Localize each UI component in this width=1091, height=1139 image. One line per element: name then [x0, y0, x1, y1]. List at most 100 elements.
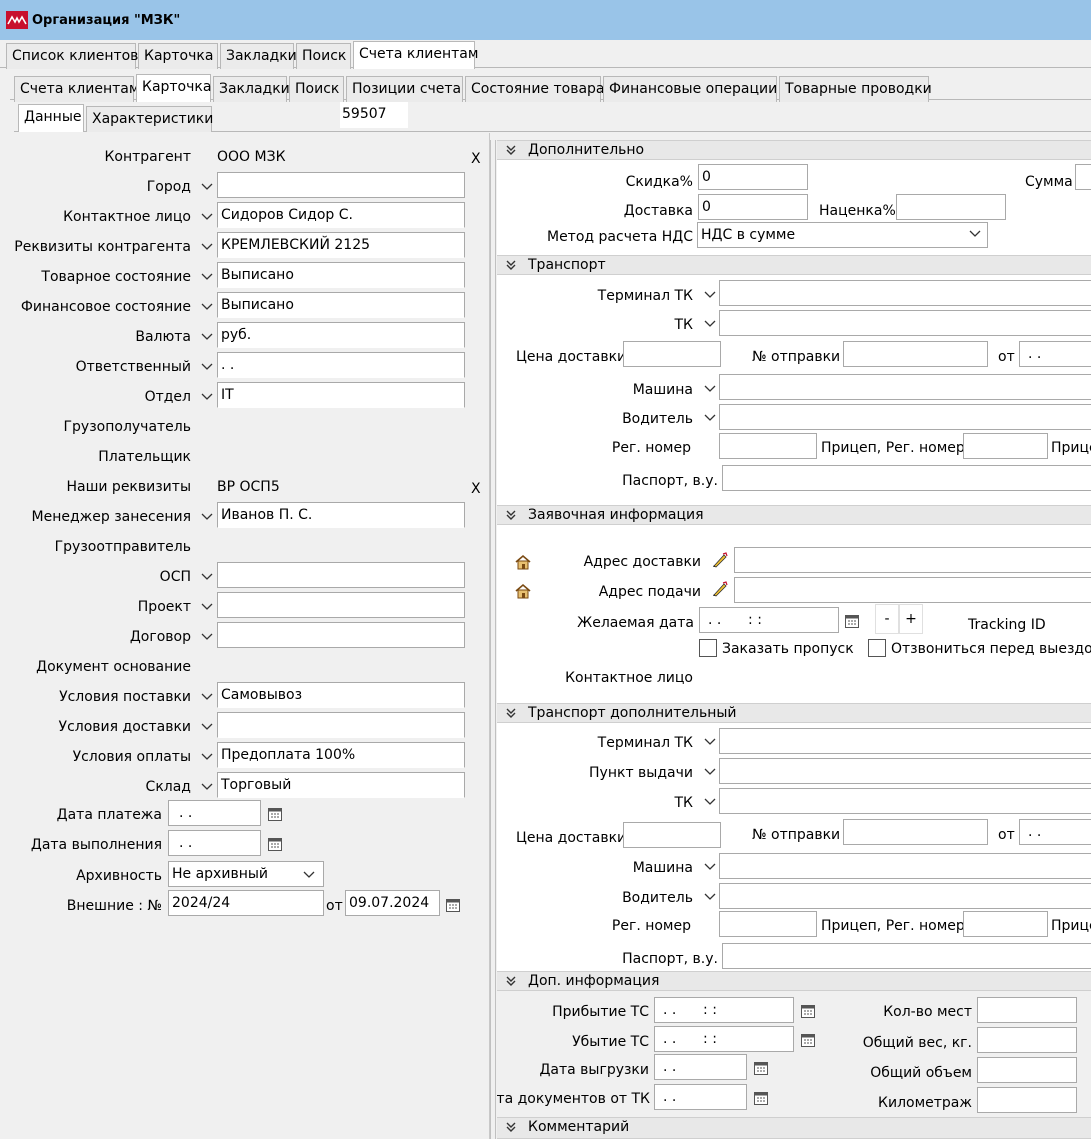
- cena-input[interactable]: [623, 341, 721, 367]
- reg-input[interactable]: [719, 433, 817, 459]
- data-plat-calendar-icon[interactable]: [267, 806, 283, 822]
- otdel-input[interactable]: IT: [217, 382, 465, 408]
- ot-input[interactable]: . .: [1019, 341, 1091, 367]
- tab-card[interactable]: Карточка: [138, 43, 218, 69]
- vnesh-input[interactable]: 2024/24: [168, 890, 324, 916]
- pribytie-calendar-icon[interactable]: [800, 1003, 816, 1019]
- subtab-invoice-positions[interactable]: Позиции счета: [346, 76, 463, 102]
- t2-punkt-chevron-icon[interactable]: [703, 765, 717, 779]
- tab-search[interactable]: Поиск: [296, 43, 351, 69]
- fin-state-input[interactable]: Выписано: [217, 292, 465, 318]
- house-icon[interactable]: [514, 582, 532, 600]
- t2-tk-input[interactable]: [719, 788, 1091, 814]
- rekv-chevron-icon[interactable]: [200, 240, 214, 254]
- usl-post-chevron-icon[interactable]: [200, 690, 214, 704]
- docs-calendar-icon[interactable]: [753, 1090, 769, 1106]
- kontragent-clear-button[interactable]: X: [471, 150, 481, 168]
- t2-terminal-chevron-icon[interactable]: [703, 735, 717, 749]
- dogovor-chevron-icon[interactable]: [200, 630, 214, 644]
- gorod-chevron-icon[interactable]: [200, 180, 214, 194]
- subtab-search[interactable]: Поиск: [289, 76, 344, 102]
- t2-mashina-input[interactable]: [719, 853, 1091, 879]
- subtab-bookmarks[interactable]: Закладки: [213, 76, 290, 102]
- edit-pencil-icon[interactable]: [711, 551, 729, 569]
- t2-pasport-input[interactable]: [722, 943, 1091, 969]
- docs-input[interactable]: . .: [654, 1084, 747, 1110]
- collapse-icon[interactable]: [505, 1121, 517, 1133]
- dogovor-input[interactable]: [217, 622, 465, 648]
- obem-input[interactable]: [977, 1057, 1077, 1083]
- mest-input[interactable]: [977, 997, 1077, 1023]
- terminal-input[interactable]: [719, 280, 1091, 306]
- tk-input[interactable]: [719, 310, 1091, 336]
- tk-chevron-icon[interactable]: [703, 317, 717, 331]
- gorod-input[interactable]: [217, 172, 465, 198]
- data-plat-input[interactable]: . .: [168, 800, 261, 826]
- otdel-chevron-icon[interactable]: [200, 390, 214, 404]
- arh-select[interactable]: Не архивный: [168, 861, 324, 887]
- t2-pricep-input[interactable]: [963, 911, 1048, 937]
- tab-client-list[interactable]: Список клиентов: [6, 43, 138, 69]
- otpr-input[interactable]: [843, 341, 988, 367]
- t2-ot-input[interactable]: . .: [1019, 819, 1091, 845]
- t2-otpr-input[interactable]: [843, 819, 988, 845]
- otv-input[interactable]: . .: [217, 352, 465, 378]
- collapse-icon[interactable]: [505, 509, 517, 521]
- inner-tab-characteristics[interactable]: Характеристики: [86, 106, 213, 132]
- subtab-goods-entries[interactable]: Товарные проводки: [779, 76, 932, 102]
- proekt-input[interactable]: [217, 592, 465, 618]
- tov-state-input[interactable]: Выписано: [217, 262, 465, 288]
- vygruzka-calendar-icon[interactable]: [753, 1060, 769, 1076]
- usl-opl-input[interactable]: Предоплата 100%: [217, 742, 465, 768]
- t2-tk-chevron-icon[interactable]: [703, 795, 717, 809]
- collapse-icon[interactable]: [505, 707, 517, 719]
- propusk-checkbox[interactable]: [699, 639, 717, 657]
- inner-tab-data[interactable]: Данные: [18, 104, 84, 132]
- t2-terminal-input[interactable]: [719, 728, 1091, 754]
- summa-input[interactable]: [1075, 164, 1091, 190]
- tov-state-chevron-icon[interactable]: [200, 270, 214, 284]
- proekt-chevron-icon[interactable]: [200, 600, 214, 614]
- section-transport-header[interactable]: Транспорт: [497, 255, 1091, 275]
- data-vyp-calendar-icon[interactable]: [267, 836, 283, 852]
- adres-pod-input[interactable]: [734, 577, 1091, 603]
- pricep-input[interactable]: [963, 433, 1048, 459]
- nds-select[interactable]: НДС в сумме: [697, 222, 988, 248]
- usl-post-input[interactable]: Самовывоз: [217, 682, 465, 708]
- section-transport2-header[interactable]: Транспорт дополнительный: [497, 703, 1091, 723]
- valuta-input[interactable]: руб.: [217, 322, 465, 348]
- t2-voditel-input[interactable]: [719, 883, 1091, 909]
- pribytie-input[interactable]: . . : :: [654, 997, 794, 1023]
- ubytie-calendar-icon[interactable]: [800, 1032, 816, 1048]
- section-comment-header[interactable]: Комментарий: [497, 1117, 1091, 1139]
- nacenka-input[interactable]: [896, 194, 1006, 220]
- contact-chevron-icon[interactable]: [200, 210, 214, 224]
- mashina-input[interactable]: [719, 374, 1091, 400]
- dostavka-input[interactable]: 0: [698, 194, 808, 220]
- plus-button[interactable]: +: [899, 604, 923, 634]
- vnesh-date-input[interactable]: 09.07.2024: [345, 890, 440, 916]
- mashina-chevron-icon[interactable]: [703, 382, 717, 396]
- edit-pencil-icon[interactable]: [711, 580, 729, 598]
- collapse-icon[interactable]: [505, 259, 517, 271]
- nds-dropdown-chevron-icon[interactable]: [968, 227, 982, 241]
- t2-cena-input[interactable]: [623, 822, 721, 848]
- t2-reg-input[interactable]: [719, 911, 817, 937]
- voditel-chevron-icon[interactable]: [703, 411, 717, 425]
- t2-mashina-chevron-icon[interactable]: [703, 860, 717, 874]
- section-dopolnitelno-header[interactable]: Дополнительно: [497, 140, 1091, 160]
- sklad-input[interactable]: Торговый: [217, 772, 465, 798]
- splitter[interactable]: [490, 140, 496, 1139]
- sklad-chevron-icon[interactable]: [200, 780, 214, 794]
- subtab-goods-state[interactable]: Состояние товара: [465, 76, 605, 102]
- skidka-input[interactable]: 0: [698, 164, 808, 190]
- arh-dropdown-chevron-icon[interactable]: [302, 868, 316, 882]
- collapse-icon[interactable]: [505, 975, 517, 987]
- zhel-data-calendar-icon[interactable]: [844, 613, 860, 629]
- vnesh-calendar-icon[interactable]: [445, 897, 461, 913]
- t2-voditel-chevron-icon[interactable]: [703, 890, 717, 904]
- t2-punkt-input[interactable]: [719, 758, 1091, 784]
- subtab-card[interactable]: Карточка: [136, 74, 211, 102]
- voditel-input[interactable]: [719, 404, 1091, 430]
- subtab-fin-operations[interactable]: Финансовые операции: [603, 76, 777, 102]
